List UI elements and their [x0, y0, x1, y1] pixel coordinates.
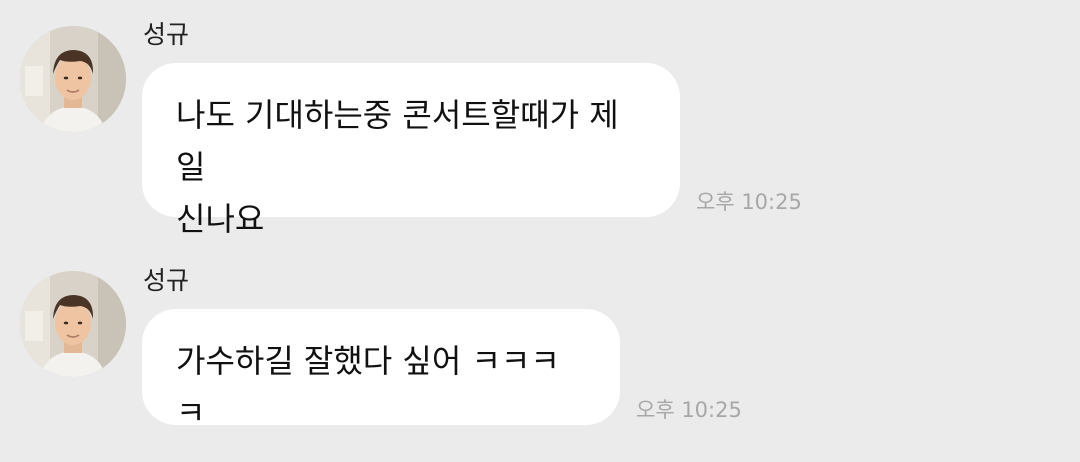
avatar-photo: [20, 271, 126, 377]
avatar[interactable]: [20, 271, 126, 377]
sender-name: 성규: [143, 266, 190, 295]
message-group: 성규 가수하길 잘했다 싶어 ㅋㅋㅋㅋ 오후 10:25: [0, 0, 1080, 462]
message-timestamp: 오후 10:25: [636, 398, 742, 422]
message-bubble[interactable]: 가수하길 잘했다 싶어 ㅋㅋㅋㅋ: [142, 309, 620, 432]
